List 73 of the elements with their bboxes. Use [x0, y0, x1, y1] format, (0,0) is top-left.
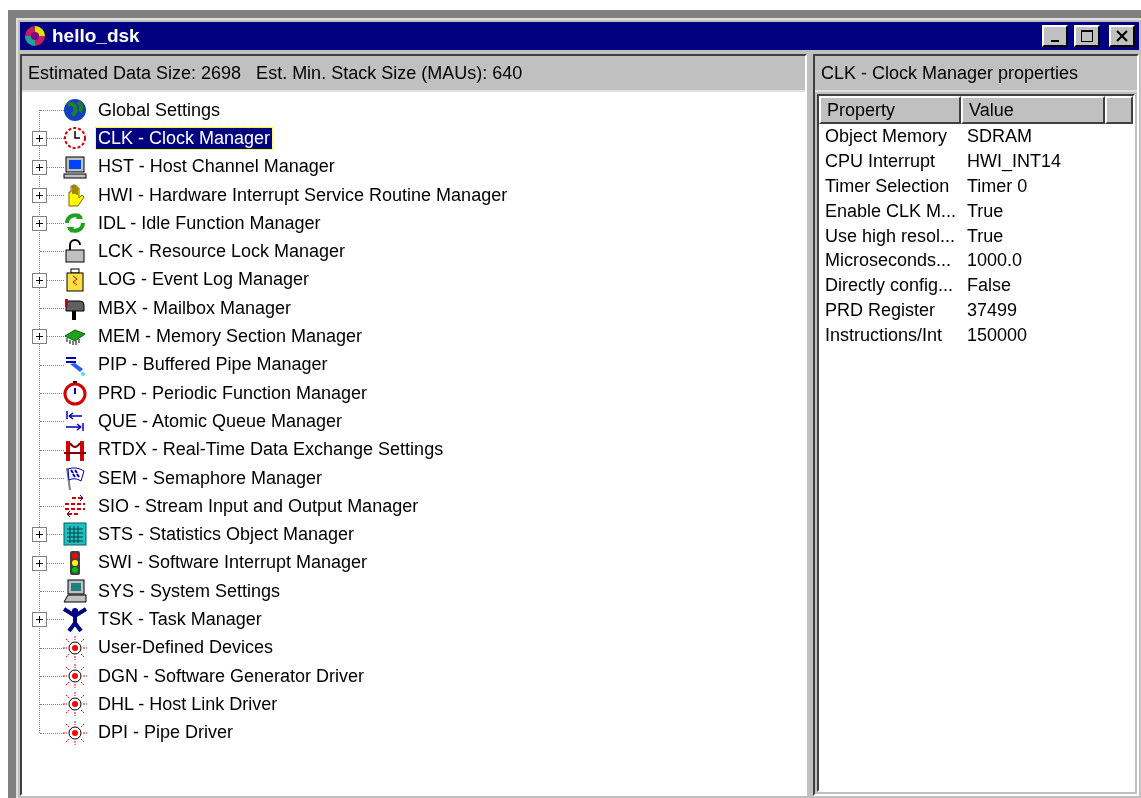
- expand-icon[interactable]: [32, 612, 47, 628]
- minimize-button[interactable]: [1042, 25, 1068, 47]
- clock-icon: [62, 125, 88, 152]
- property-name: Instructions/Int: [824, 325, 944, 347]
- tree-item[interactable]: DHL - Host Link Driver: [96, 693, 280, 715]
- column-header[interactable]: Value: [961, 96, 1105, 124]
- tree-item[interactable]: DGN - Software Generator Driver: [96, 665, 367, 687]
- tree-item[interactable]: SWI - Software Interrupt Manager: [96, 552, 370, 574]
- window-title: hello_dsk: [52, 25, 141, 47]
- expand-icon[interactable]: [32, 216, 47, 232]
- property-name: Directly config...: [824, 275, 955, 297]
- property-value: True: [966, 200, 1005, 222]
- starburst-icon: [62, 634, 88, 661]
- app-logo-icon: [24, 25, 46, 47]
- tree-item[interactable]: TSK - Task Manager: [96, 609, 264, 630]
- tree-item[interactable]: SEM - Semaphore Manager: [96, 467, 325, 489]
- tree-item[interactable]: QUE - Atomic Queue Manager: [96, 410, 345, 432]
- padlock-icon: [62, 238, 88, 265]
- stopwatch-icon: [62, 379, 88, 406]
- property-value: Timer 0: [966, 175, 1029, 197]
- tree-item[interactable]: PIP - Buffered Pipe Manager: [96, 354, 330, 376]
- property-name: Microseconds...: [824, 250, 953, 272]
- tree-item[interactable]: SIO - Stream Input and Output Manager: [96, 495, 421, 517]
- starburst-icon: [62, 719, 88, 746]
- expand-icon[interactable]: [32, 527, 47, 543]
- property-name: Enable CLK M...: [824, 200, 958, 222]
- tree-item[interactable]: DPI - Pipe Driver: [96, 722, 236, 744]
- tree-item[interactable]: LCK - Resource Lock Manager: [96, 241, 348, 263]
- maximize-icon: [1080, 29, 1094, 43]
- tree-item[interactable]: SYS - System Settings: [96, 580, 283, 602]
- expand-icon[interactable]: [32, 131, 47, 147]
- tree-item[interactable]: MBX - Mailbox Manager: [96, 297, 294, 319]
- tree-item[interactable]: RTDX - Real-Time Data Exchange Settings: [96, 439, 446, 461]
- close-button[interactable]: [1109, 25, 1135, 47]
- expand-icon[interactable]: [32, 187, 47, 203]
- expand-icon[interactable]: [32, 329, 47, 345]
- tree-item[interactable]: HST - Host Channel Manager: [96, 156, 337, 178]
- property-value: SDRAM: [966, 125, 1033, 147]
- tree-item[interactable]: User-Defined Devices: [96, 637, 276, 659]
- property-value: HWI_INT14: [966, 150, 1063, 172]
- tree-item[interactable]: CLK - Clock Manager: [96, 127, 273, 149]
- property-value: 150000: [966, 325, 1029, 347]
- monitor-icon: [62, 153, 88, 180]
- tree-item[interactable]: LOG - Event Log Manager: [96, 269, 312, 291]
- starburst-icon: [62, 691, 88, 718]
- expand-icon[interactable]: [32, 555, 47, 571]
- globe-icon: [62, 97, 88, 123]
- tree-item[interactable]: MEM - Memory Section Manager: [96, 326, 365, 347]
- property-name: Timer Selection: [824, 175, 951, 197]
- column-header[interactable]: Property: [819, 96, 961, 124]
- property-name: Object Memory: [824, 125, 949, 147]
- property-value: True: [966, 225, 1005, 247]
- tree-item[interactable]: PRD - Periodic Function Manager: [96, 382, 370, 404]
- stream-arrows-icon: [62, 493, 88, 520]
- calculator-icon: [62, 521, 88, 548]
- computer-icon: [62, 578, 88, 605]
- expand-icon[interactable]: [32, 159, 47, 175]
- tree-item[interactable]: STS - Statistics Object Manager: [96, 524, 357, 546]
- minimize-icon: [1051, 39, 1059, 42]
- tree-item[interactable]: Global Settings: [96, 99, 223, 121]
- property-name: CPU Interrupt: [824, 150, 937, 172]
- property-name: PRD Register: [824, 300, 937, 322]
- maximize-button[interactable]: [1074, 25, 1100, 47]
- property-value: 37499: [966, 300, 1019, 322]
- property-value: 1000.0: [966, 250, 1024, 272]
- tree-item[interactable]: HWI - Hardware Interrupt Service Routine Manager: [96, 184, 510, 206]
- close-icon: [1115, 29, 1129, 43]
- property-value: False: [966, 275, 1012, 297]
- tree-item[interactable]: IDL - Idle Function Manager: [96, 212, 323, 234]
- property-name: Use high resol...: [824, 225, 957, 247]
- person-icon: [62, 606, 88, 633]
- expand-icon[interactable]: [32, 272, 47, 288]
- starburst-icon: [62, 662, 88, 689]
